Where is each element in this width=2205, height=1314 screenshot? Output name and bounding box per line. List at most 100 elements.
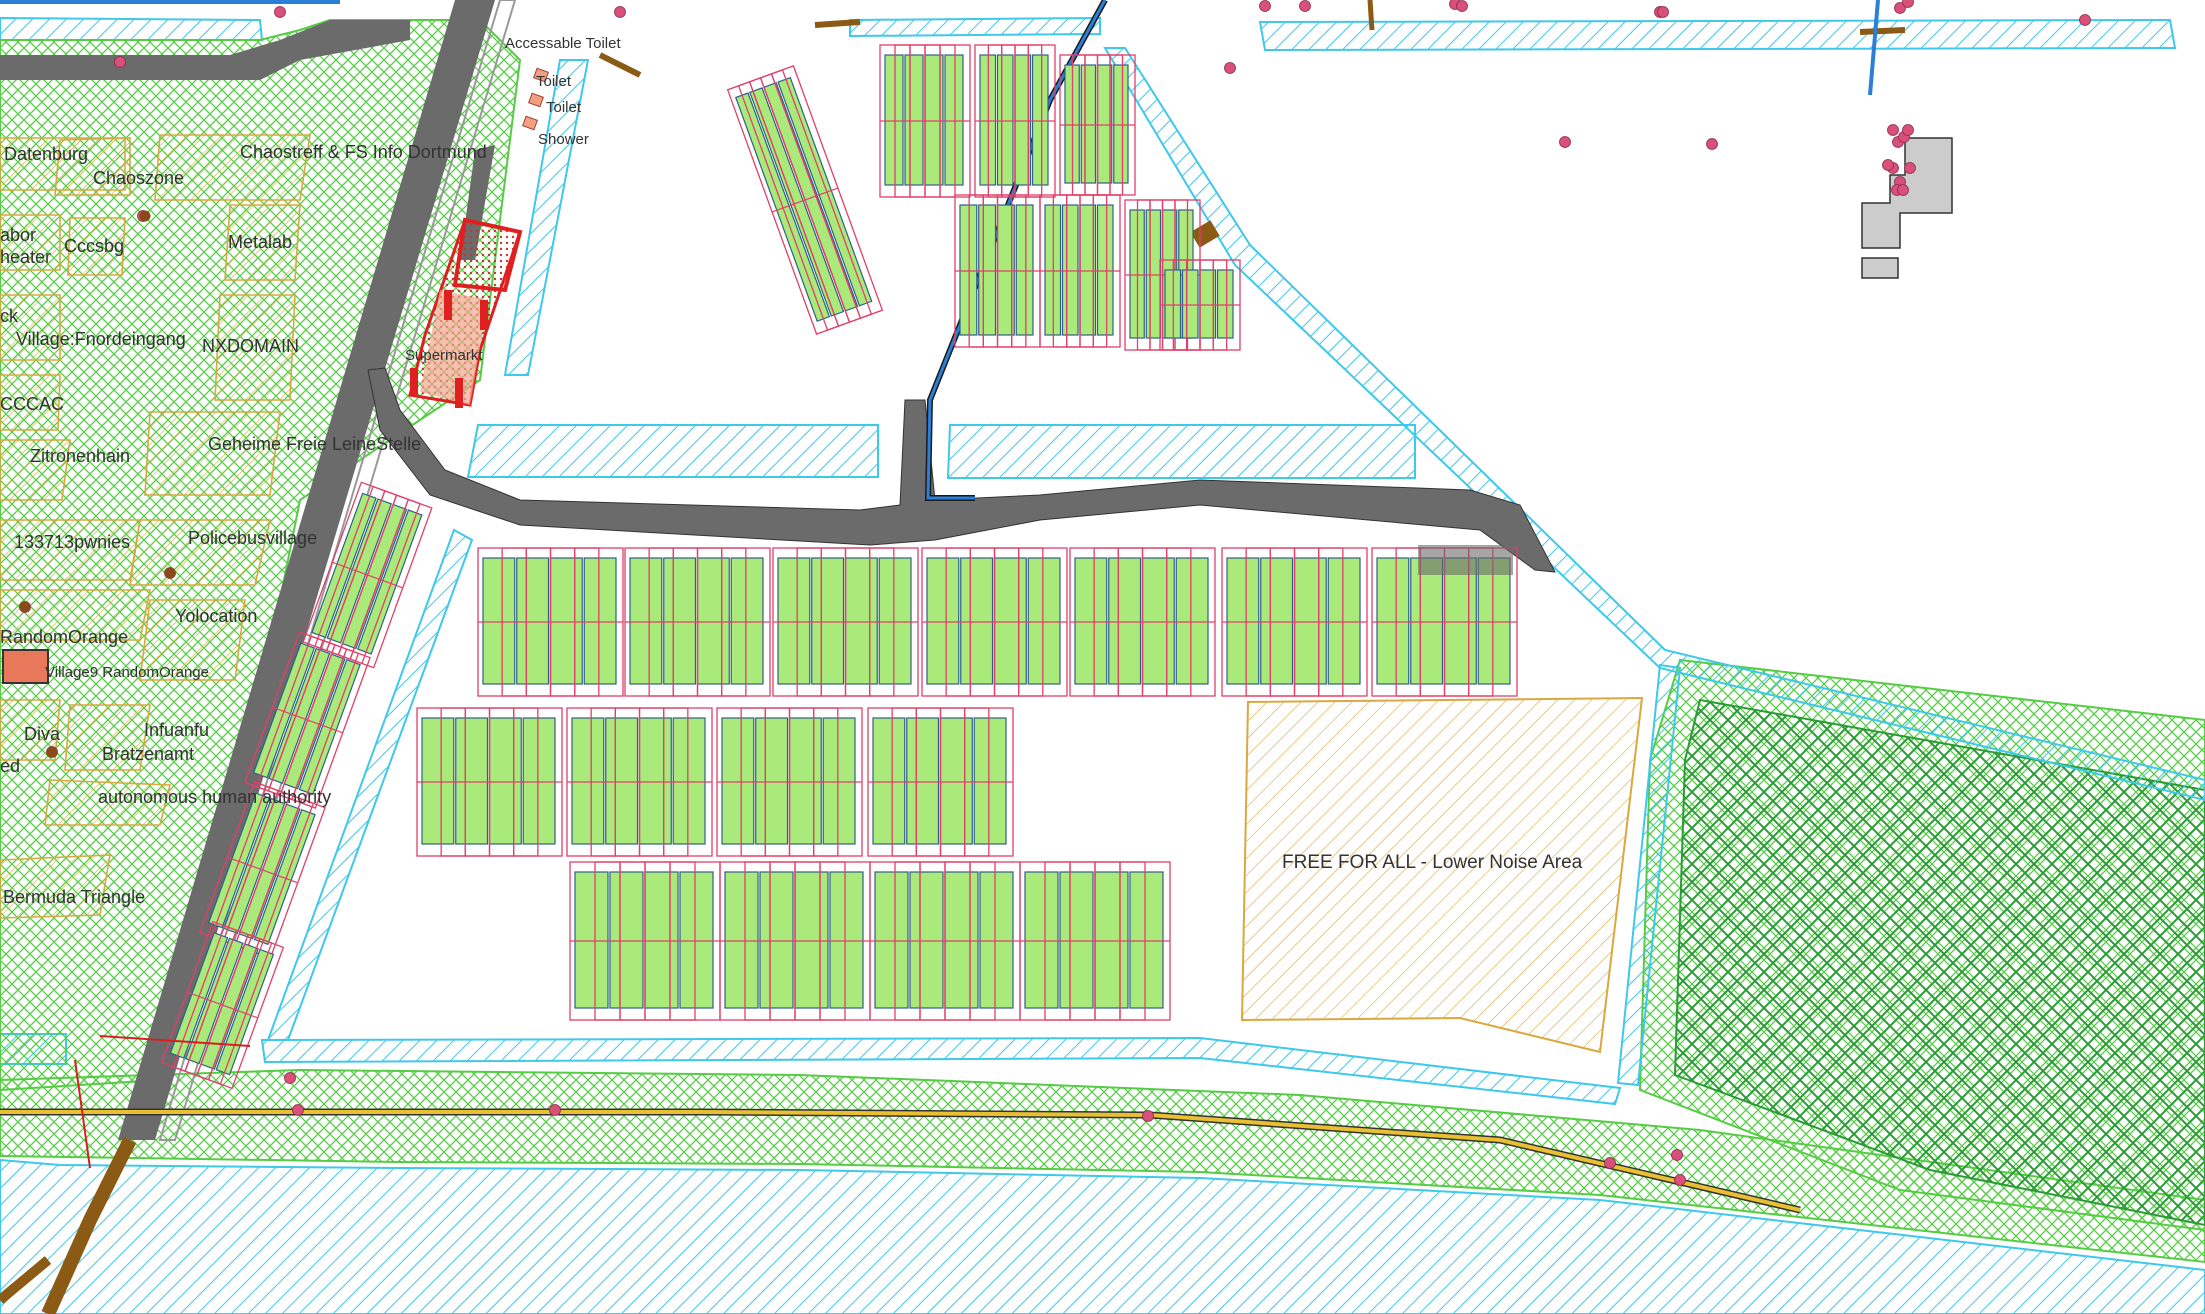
label-toilet-2: Toilet [546,99,582,116]
tent [1061,204,1079,336]
tent [978,204,997,336]
tent-plot[interactable] [569,861,721,1021]
tent [1129,871,1164,1009]
tent-plot[interactable] [1019,861,1171,1021]
poi-dot[interactable] [1706,138,1718,150]
label-chaostreff: Chaostreff & FS Info Dortmund [240,142,487,162]
label-shower: Shower [538,131,589,148]
poi-dot[interactable] [614,6,626,18]
tent-plot[interactable] [772,547,919,697]
poi-dot[interactable] [284,1072,296,1084]
tent-plot[interactable] [954,194,1041,348]
label-policebus: Policebusvillage [188,528,317,548]
poi-dot[interactable] [1657,6,1669,18]
tent [1410,557,1444,685]
campsite-map[interactable]: Accessable Toilet Toilet Toilet Shower D… [0,0,2205,1314]
village9-block [2,649,49,684]
tent-plot[interactable] [477,547,624,697]
poi-dot[interactable] [1259,0,1271,12]
tent [939,717,973,845]
tent-plot[interactable] [566,707,713,857]
tent [571,717,605,845]
tent [872,717,906,845]
tent [979,871,1014,1009]
tent [1293,557,1327,685]
tent-plot[interactable] [416,707,563,857]
poi-dot[interactable] [114,56,126,68]
label-ck: ck [0,306,19,326]
tent [973,717,1007,845]
tent [1031,54,1049,186]
tent [959,204,978,336]
label-theater: heater [0,247,51,267]
label-toilet-1: Toilet [536,73,572,90]
poi-dot[interactable] [1674,1174,1686,1186]
poi-dot[interactable] [1902,0,1914,8]
tent [1175,557,1209,685]
tent [1080,64,1097,184]
tent [549,557,583,685]
label-yolocation: Yolocation [175,606,257,626]
tent [944,871,979,1009]
tent-plot[interactable] [1221,547,1368,697]
tent [663,557,697,685]
tent [455,717,489,845]
poi-dot[interactable] [1224,62,1236,74]
tent-plot[interactable] [726,65,884,335]
tent [609,871,644,1009]
tent [724,871,759,1009]
tent [583,557,617,685]
tent [1094,871,1129,1009]
tent [638,717,672,845]
tent [1059,871,1094,1009]
road-overlay [1418,545,1513,575]
tent-plot[interactable] [624,547,771,697]
poi-dot[interactable] [1604,1157,1616,1169]
tent [522,717,556,845]
tent-plot[interactable] [879,44,971,198]
label-free-for-all: FREE FOR ALL - Lower Noise Area [1282,852,1583,873]
tent-plot[interactable] [921,547,1068,697]
poi-dot[interactable] [1897,184,1909,196]
poi-dot[interactable] [292,1104,304,1116]
tent [759,871,794,1009]
tent-plot[interactable] [974,44,1056,198]
poi-dot[interactable] [1299,0,1311,12]
label-randomorange: RandomOrange [0,627,128,647]
label-ed: ed [0,756,20,776]
label-village9: Village9 RandomOrange [45,664,209,681]
tent [1141,557,1175,685]
tent [874,871,909,1009]
tent-plot[interactable] [869,861,1021,1021]
tent-plot[interactable] [1059,54,1136,196]
brown-marker [139,210,151,222]
tent [1181,269,1199,339]
tent-plot[interactable] [719,861,871,1021]
tent [996,54,1014,186]
poi-dot[interactable] [1902,124,1914,136]
poi-dot[interactable] [1142,1110,1154,1122]
poi-dot[interactable] [1904,162,1916,174]
tent-plot[interactable] [1039,194,1121,348]
poi-dot[interactable] [2079,14,2091,26]
poi-dot[interactable] [1887,124,1899,136]
tent [960,557,994,685]
tent-plot[interactable] [1159,259,1241,351]
label-geheime: Geheime Freie LeineStelle [208,434,421,454]
poi-dot[interactable] [1671,1149,1683,1161]
poi-dot[interactable] [549,1104,561,1116]
poi-dot[interactable] [1882,159,1894,171]
tent [906,717,940,845]
tent-plot[interactable] [1069,547,1216,697]
poi-dot[interactable] [1559,136,1571,148]
tent [730,557,764,685]
label-datenburg: Datenburg [4,144,88,164]
tent [829,871,864,1009]
poi-dot[interactable] [274,6,286,18]
label-metalab: Metalab [228,232,292,252]
tent-plot[interactable] [867,707,1014,857]
poi-dot[interactable] [1456,0,1468,12]
tent-plot[interactable] [716,707,863,857]
free-for-all-area[interactable] [1240,696,1644,1054]
label-supermarkt: Supermarkt [405,347,483,364]
